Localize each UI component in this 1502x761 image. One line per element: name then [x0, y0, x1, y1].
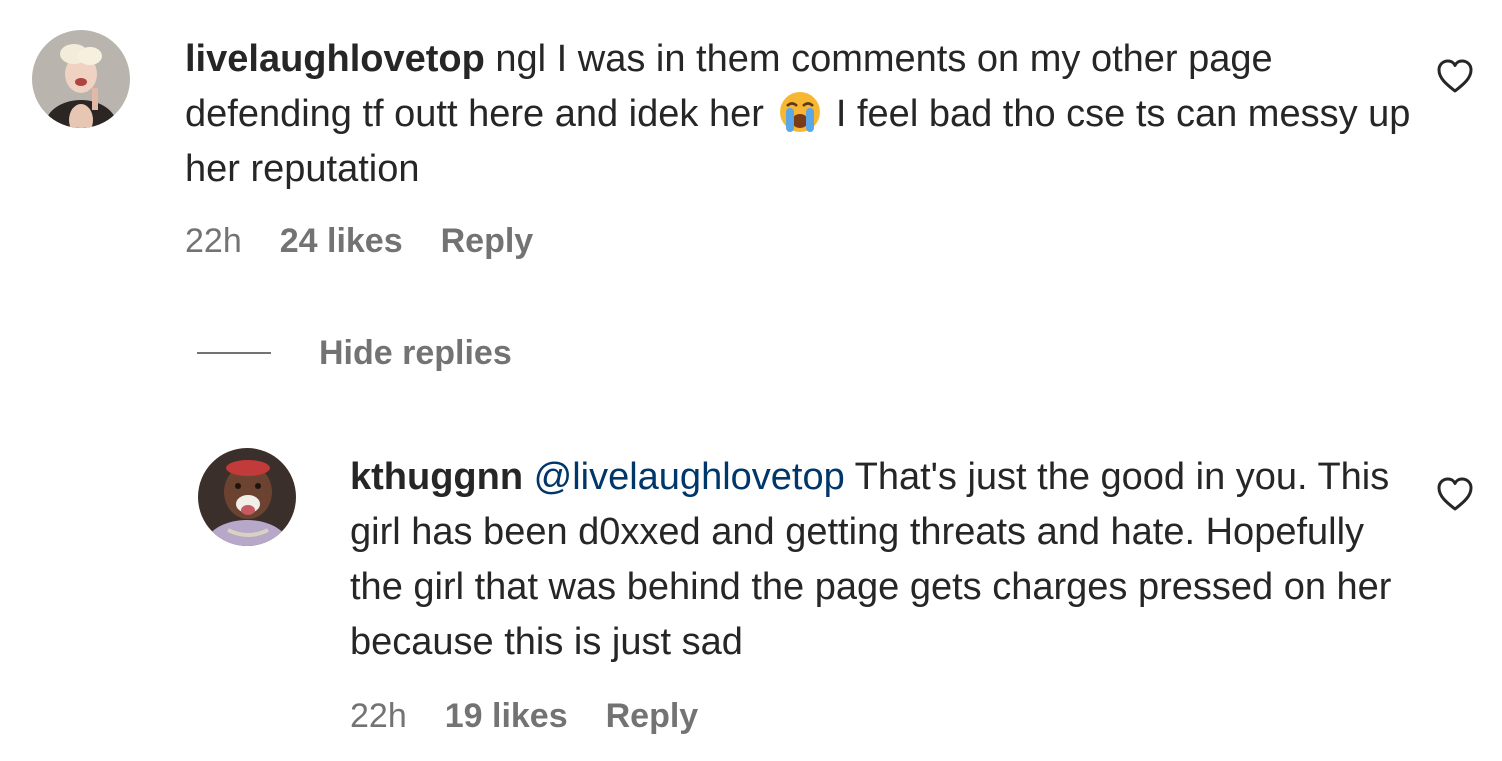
- reply-likes[interactable]: 19 likes: [445, 697, 568, 736]
- hide-replies-label: Hide replies: [319, 333, 512, 372]
- like-button[interactable]: [1436, 58, 1474, 94]
- comment-likes[interactable]: 24 likes: [280, 222, 403, 261]
- avatar-woman-photo-icon: [32, 30, 130, 128]
- divider-line: [197, 352, 271, 354]
- avatar-man-photo-icon: [198, 448, 296, 546]
- reply-text: kthuggnn @livelaughlovetop That's just t…: [350, 450, 1410, 670]
- reply-username[interactable]: kthuggnn: [350, 456, 523, 498]
- reply-button[interactable]: Reply: [606, 697, 699, 736]
- comment-meta: 22h 24 likes Reply: [185, 222, 533, 261]
- comment-time: 22h: [185, 222, 242, 260]
- loudly-crying-face-icon: [778, 90, 822, 134]
- heart-icon: [1437, 477, 1473, 511]
- reply-mention-link[interactable]: @livelaughlovetop: [534, 456, 845, 498]
- like-button[interactable]: [1436, 476, 1474, 512]
- avatar[interactable]: [198, 448, 296, 546]
- reply-time: 22h: [350, 697, 407, 735]
- hide-replies-button[interactable]: Hide replies: [197, 330, 512, 376]
- reply-button[interactable]: Reply: [441, 222, 534, 261]
- heart-icon: [1437, 59, 1473, 93]
- comment-text: livelaughlovetop ngl I was in them comme…: [185, 32, 1415, 197]
- avatar[interactable]: [32, 30, 130, 128]
- reply-meta: 22h 19 likes Reply: [350, 697, 698, 736]
- comment-username[interactable]: livelaughlovetop: [185, 38, 485, 80]
